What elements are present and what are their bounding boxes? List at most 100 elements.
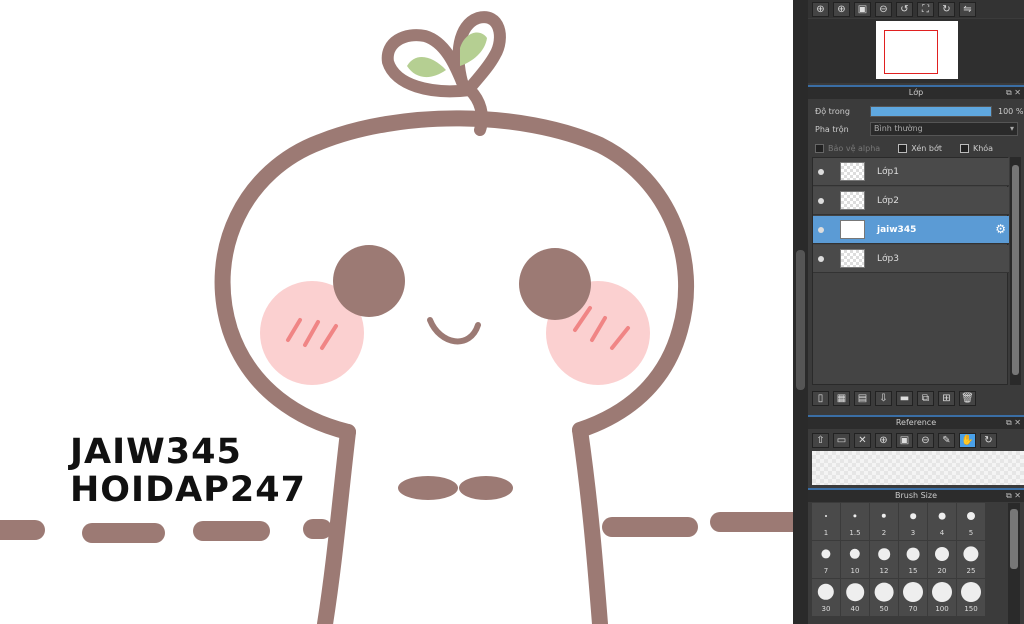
brush-size-label: 2 bbox=[881, 529, 887, 537]
navigator-preview[interactable] bbox=[808, 19, 1024, 83]
merge-layer-icon[interactable]: ⊞ bbox=[938, 390, 955, 406]
app-window: JAIW345 HOIDAP247 ⊕ ⊕ ▣ ⊖ ↺ ⛶ ↻ ⇋ Lớp ⧉ … bbox=[0, 0, 1024, 624]
brush-dot-icon bbox=[825, 515, 827, 517]
brush-size-label: 70 bbox=[908, 605, 918, 613]
signature-line-2: HOIDAP247 bbox=[70, 470, 306, 510]
layer-toolbar: ▯ ▦ ▤ ⇩ ▬ ⧉ ⊞ 🗑 bbox=[808, 389, 1024, 407]
duplicate-layer-icon[interactable]: ⧉ bbox=[917, 390, 934, 406]
brush-size-cell[interactable]: 15 bbox=[899, 541, 927, 578]
fullscreen-icon[interactable]: ⛶ bbox=[917, 1, 934, 17]
brush-size-cell[interactable]: 10 bbox=[841, 541, 869, 578]
rotate-icon[interactable]: ↻ bbox=[980, 432, 997, 448]
clipping-checkbox[interactable]: Xén bớt bbox=[898, 143, 942, 153]
navigator-toolbar: ⊕ ⊕ ▣ ⊖ ↺ ⛶ ↻ ⇋ bbox=[808, 0, 1024, 18]
brush-size-title: Brush Size bbox=[894, 491, 938, 500]
layer-item[interactable]: Lớp3 bbox=[813, 245, 1009, 273]
fit-icon[interactable]: ▣ bbox=[896, 432, 913, 448]
flip-icon[interactable]: ⇋ bbox=[959, 1, 976, 17]
brush-size-cell[interactable]: 1 bbox=[812, 503, 840, 540]
zoom-in-icon[interactable]: ⊕ bbox=[812, 1, 829, 17]
visibility-icon[interactable] bbox=[818, 255, 824, 262]
brush-size-cell[interactable]: 5 bbox=[957, 503, 985, 540]
brush-size-cell[interactable]: 1.5 bbox=[841, 503, 869, 540]
reference-toolbar: ⇧ ▭ ✕ ⊕ ▣ ⊖ ✎ ✋ ↻ bbox=[808, 431, 1024, 449]
new-halftone-layer-icon[interactable]: ▦ bbox=[833, 390, 850, 406]
brush-dot-icon bbox=[878, 548, 890, 560]
scrollbar-thumb[interactable] bbox=[1010, 509, 1018, 569]
eyedropper-icon[interactable]: ✎ bbox=[938, 432, 955, 448]
brush-size-cell[interactable]: 30 bbox=[812, 579, 840, 616]
blend-mode-select[interactable]: Bình thường ▾ bbox=[870, 122, 1018, 136]
opacity-row: Độ trong 100 % bbox=[808, 102, 1024, 120]
close-icon[interactable]: ✕ bbox=[854, 432, 871, 448]
brush-dot-icon bbox=[846, 583, 864, 601]
rotate-right-icon[interactable]: ↻ bbox=[938, 1, 955, 17]
brush-size-cell[interactable]: 150 bbox=[957, 579, 985, 616]
scrollbar-thumb[interactable] bbox=[1012, 165, 1019, 375]
layer-item[interactable]: Lớp1 bbox=[813, 158, 1009, 186]
protect-alpha-checkbox[interactable]: Bảo vệ alpha bbox=[815, 143, 880, 153]
visibility-icon[interactable] bbox=[818, 226, 824, 233]
layer-name: Lớp2 bbox=[877, 195, 899, 206]
zoom-in-alt-icon[interactable]: ⊕ bbox=[833, 1, 850, 17]
panel-controls-icon[interactable]: ⧉ ✕ bbox=[1006, 87, 1021, 99]
brush-size-cell[interactable]: 40 bbox=[841, 579, 869, 616]
fit-icon[interactable]: ▣ bbox=[854, 1, 871, 17]
lock-label: Khóa bbox=[972, 143, 994, 153]
folder-icon[interactable]: ▬ bbox=[896, 390, 913, 406]
layer-list-scrollbar[interactable] bbox=[1010, 157, 1021, 385]
brush-size-scrollbar[interactable] bbox=[1008, 503, 1020, 624]
blend-label: Pha trộn bbox=[815, 124, 849, 134]
brush-size-cell[interactable]: 4 bbox=[928, 503, 956, 540]
viewport-frame[interactable] bbox=[884, 30, 938, 74]
opacity-fill bbox=[871, 106, 991, 116]
brush-size-label: 30 bbox=[821, 605, 831, 613]
zoom-out-icon[interactable]: ⊖ bbox=[917, 432, 934, 448]
brush-dot-icon bbox=[961, 582, 981, 602]
lock-checkbox[interactable]: Khóa bbox=[959, 143, 994, 153]
panel-controls-icon[interactable]: ⧉ ✕ bbox=[1006, 490, 1021, 502]
brush-size-cell[interactable]: 70 bbox=[899, 579, 927, 616]
brush-size-cell[interactable]: 7 bbox=[812, 541, 840, 578]
panel-controls-icon[interactable]: ⧉ ✕ bbox=[1006, 417, 1021, 429]
drawing-canvas[interactable]: JAIW345 HOIDAP247 bbox=[0, 0, 793, 624]
layer-name: Lớp3 bbox=[877, 253, 899, 264]
layer-item-selected[interactable]: jaiw345 ⚙ bbox=[813, 216, 1009, 244]
brush-size-cell[interactable]: 50 bbox=[870, 579, 898, 616]
brush-size-cell[interactable]: 3 bbox=[899, 503, 927, 540]
scrollbar-thumb[interactable] bbox=[796, 250, 805, 390]
blend-row: Pha trộn Bình thường ▾ bbox=[808, 120, 1024, 138]
navigator-thumbnail bbox=[876, 21, 958, 79]
blend-mode-value: Bình thường bbox=[874, 124, 923, 133]
brush-dot-icon bbox=[938, 512, 946, 520]
brush-size-label: 1.5 bbox=[849, 529, 861, 537]
open-reference-icon[interactable]: ⇧ bbox=[812, 432, 829, 448]
opacity-slider[interactable] bbox=[870, 105, 992, 117]
canvas-scrollbar[interactable] bbox=[793, 0, 808, 624]
zoom-out-icon[interactable]: ⊖ bbox=[875, 1, 892, 17]
layer-item[interactable]: Lớp2 bbox=[813, 187, 1009, 215]
visibility-icon[interactable] bbox=[818, 197, 824, 204]
brush-size-cell[interactable]: 25 bbox=[957, 541, 985, 578]
folder-open-icon[interactable]: ▭ bbox=[833, 432, 850, 448]
zoom-in-icon[interactable]: ⊕ bbox=[875, 432, 892, 448]
hand-icon[interactable]: ✋ bbox=[959, 432, 976, 448]
gear-icon[interactable]: ⚙ bbox=[995, 222, 1006, 236]
reference-canvas[interactable] bbox=[812, 451, 1024, 485]
brush-size-cell[interactable]: 100 bbox=[928, 579, 956, 616]
rotate-left-icon[interactable]: ↺ bbox=[896, 1, 913, 17]
visibility-icon[interactable] bbox=[818, 168, 824, 175]
brush-size-label: 150 bbox=[964, 605, 978, 613]
brush-dot-icon bbox=[963, 546, 979, 562]
new-layer-icon[interactable]: ▯ bbox=[812, 390, 829, 406]
brush-size-cell[interactable]: 2 bbox=[870, 503, 898, 540]
new-page-layer-icon[interactable]: ▤ bbox=[854, 390, 871, 406]
brush-size-cell[interactable]: 20 bbox=[928, 541, 956, 578]
brush-dot-icon bbox=[874, 582, 894, 602]
brush-size-label: 100 bbox=[935, 605, 949, 613]
brush-dot-icon bbox=[881, 513, 887, 519]
trash-icon[interactable]: 🗑 bbox=[959, 390, 976, 406]
brush-size-label: 10 bbox=[850, 567, 860, 575]
import-layer-icon[interactable]: ⇩ bbox=[875, 390, 892, 406]
brush-size-cell[interactable]: 12 bbox=[870, 541, 898, 578]
